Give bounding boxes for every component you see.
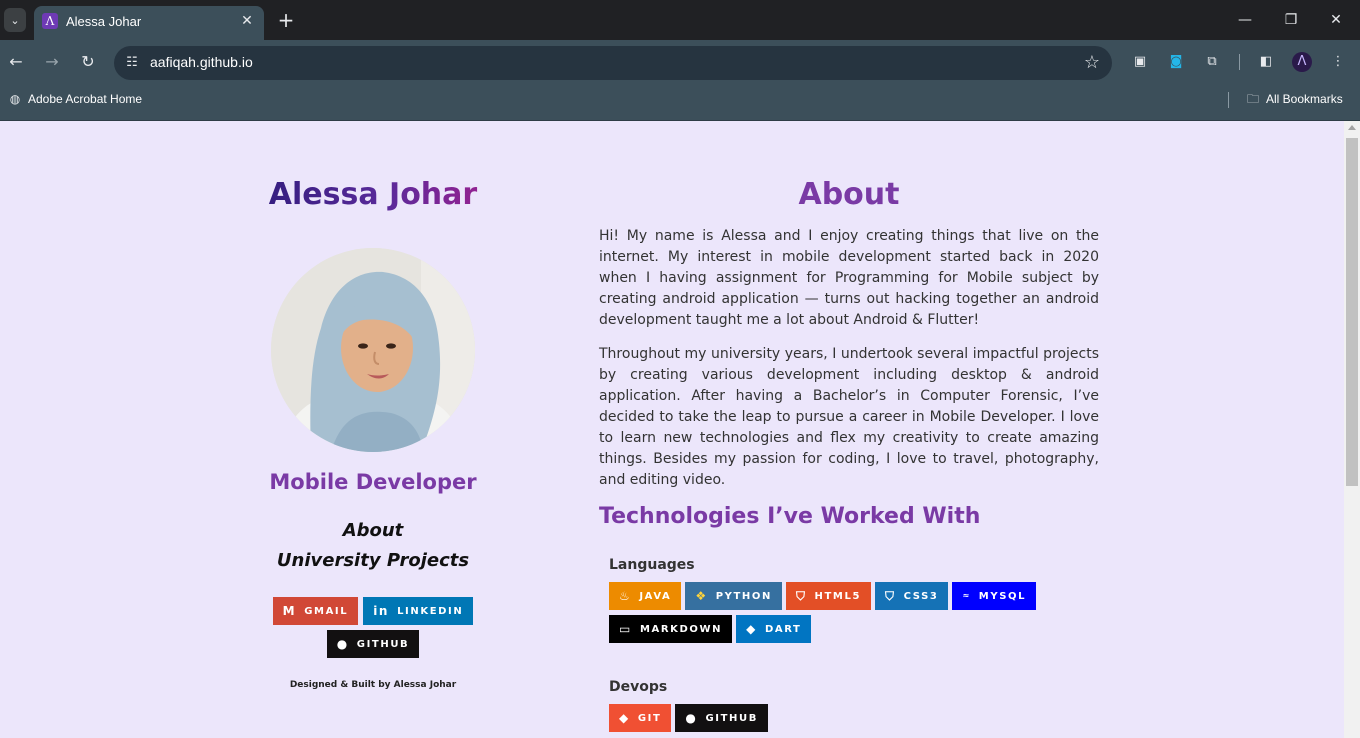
about-paragraph: Hi! My name is Alessa and I enjoy creati… (599, 228, 1099, 328)
badge-label: MARKDOWN (639, 623, 723, 635)
nav-link-about[interactable]: About (240, 516, 506, 546)
badge-label: GIT (637, 712, 662, 724)
git-badge: ◆ GIT (609, 704, 672, 732)
language-badges: ♨ JAVA ❖ PYTHON ⛉ HTML5 ⛉ CSS3 ≈ MYSQL ▭… (609, 582, 1069, 643)
badge-label: CSS3 (903, 590, 939, 602)
markdown-icon: ▭ (619, 622, 632, 636)
technologies-heading: Technologies I’ve Worked With (599, 504, 981, 529)
devops-badges: ◆ GIT ● GITHUB (609, 704, 1069, 732)
markdown-badge: ▭ MARKDOWN (609, 615, 733, 643)
extension-icon[interactable]: ◙ (1166, 52, 1186, 72)
forward-icon[interactable]: → (40, 50, 64, 74)
close-tab-icon[interactable]: ✕ (238, 12, 256, 30)
dart-badge: ◆ DART (736, 615, 812, 643)
css3-icon: ⛉ (885, 589, 896, 603)
menu-kebab-icon[interactable]: ⋮ (1328, 52, 1348, 72)
bookmarks-bar: ◍ Adobe Acrobat Home 🗀 All Bookmarks (0, 84, 1360, 121)
tab-title: Alessa Johar (66, 14, 142, 29)
mysql-icon: ≈ (962, 591, 971, 600)
gmail-icon: M (282, 604, 297, 618)
devops-label: Devops (609, 679, 668, 695)
tab-search-menu-icon[interactable]: ⌄ (4, 8, 26, 32)
folder-icon: 🗀 (1246, 92, 1259, 106)
extensions-puzzle-icon[interactable]: ⧉ (1202, 52, 1222, 72)
active-tab[interactable]: Λ Alessa Johar ✕ (34, 6, 264, 40)
globe-icon: ◍ (9, 92, 21, 106)
languages-label: Languages (609, 557, 695, 573)
section-nav: About University Projects (240, 516, 506, 576)
github-badge[interactable]: ● GITHUB (326, 630, 420, 658)
restore-icon[interactable]: ❐ (1279, 8, 1303, 32)
dart-icon: ◆ (746, 622, 757, 636)
scroll-up-arrow-icon[interactable] (1348, 125, 1356, 130)
about-paragraph: Throughout my university years, I undert… (599, 346, 1099, 488)
page-scrollbar[interactable] (1344, 121, 1360, 738)
cast-icon[interactable]: ▣ (1130, 52, 1150, 72)
badge-label: MYSQL (978, 590, 1027, 602)
badge-label: LINKEDIN (397, 605, 464, 617)
reload-icon[interactable]: ↻ (76, 50, 100, 74)
badge-label: GITHUB (705, 712, 758, 724)
linkedin-badge[interactable]: in LINKEDIN (363, 597, 474, 625)
java-badge: ♨ JAVA (609, 582, 682, 610)
badge-label: PYTHON (715, 590, 772, 602)
badge-label: HTML5 (814, 590, 862, 602)
new-tab-icon[interactable]: + (274, 8, 298, 32)
html5-badge: ⛉ HTML5 (785, 582, 872, 610)
minimize-icon[interactable]: — (1233, 8, 1257, 32)
nav-link-university-projects[interactable]: University Projects (240, 546, 506, 576)
address-bar[interactable]: ☷ aafiqah.github.io ☆ (114, 46, 1112, 80)
bookmark-adobe-acrobat[interactable]: ◍ Adobe Acrobat Home (8, 92, 142, 106)
github-icon: ● (685, 711, 698, 725)
python-icon: ❖ (695, 589, 708, 603)
github-icon: ● (336, 637, 349, 651)
page-content: Alessa Johar Mobile Developer About Univ… (0, 121, 1344, 738)
browser-toolbar: ← → ↻ ☷ aafiqah.github.io ☆ ▣ ◙ ⧉ ◧ Λ ⋮ (0, 40, 1360, 84)
badge-label: JAVA (639, 590, 672, 602)
about-heading: About (798, 177, 900, 212)
bookmark-star-icon[interactable]: ☆ (1084, 52, 1100, 74)
profile-role: Mobile Developer (269, 470, 477, 494)
badge-label: GMAIL (304, 605, 349, 617)
about-section: About Hi! My name is Alessa and I enjoy … (599, 121, 1099, 732)
mysql-badge: ≈ MYSQL (952, 582, 1037, 610)
css3-badge: ⛉ CSS3 (875, 582, 949, 610)
site-settings-icon[interactable]: ☷ (122, 53, 142, 73)
languages-group: Languages ♨ JAVA ❖ PYTHON ⛉ HTML5 ⛉ CSS3 (609, 557, 1099, 732)
url-text[interactable]: aafiqah.github.io (150, 54, 253, 70)
profile-name: Alessa Johar (240, 177, 506, 212)
bookmark-label: All Bookmarks (1266, 92, 1343, 106)
toolbar-divider (1239, 54, 1240, 70)
contact-badges: M GMAIL in LINKEDIN ● GITHUB (240, 597, 506, 658)
close-window-icon[interactable]: ✕ (1324, 8, 1348, 32)
java-icon: ♨ (619, 589, 632, 603)
profile-photo (271, 248, 475, 452)
linkedin-icon: in (373, 604, 390, 618)
browser-tabstrip: ⌄ Λ Alessa Johar ✕ + — ❐ ✕ (0, 0, 1360, 40)
python-badge: ❖ PYTHON (685, 582, 782, 610)
html5-icon: ⛉ (795, 589, 807, 603)
side-panel-icon[interactable]: ◧ (1256, 52, 1276, 72)
site-favicon-icon: Λ (42, 13, 58, 29)
git-icon: ◆ (619, 711, 630, 725)
scroll-thumb[interactable] (1346, 138, 1358, 486)
bookmark-label: Adobe Acrobat Home (28, 92, 143, 106)
bookmarks-divider (1228, 92, 1229, 108)
badge-label: GITHUB (356, 638, 410, 650)
profile-avatar-icon[interactable]: Λ (1292, 52, 1312, 72)
github-badge: ● GITHUB (675, 704, 768, 732)
back-icon[interactable]: ← (4, 50, 28, 74)
footer-credit: Designed & Built by Alessa Johar (289, 680, 457, 690)
all-bookmarks-button[interactable]: 🗀 All Bookmarks (1246, 92, 1343, 106)
badge-label: DART (764, 623, 802, 635)
profile-sidebar: Alessa Johar Mobile Developer About Univ… (240, 121, 506, 690)
gmail-badge[interactable]: M GMAIL (272, 597, 359, 625)
